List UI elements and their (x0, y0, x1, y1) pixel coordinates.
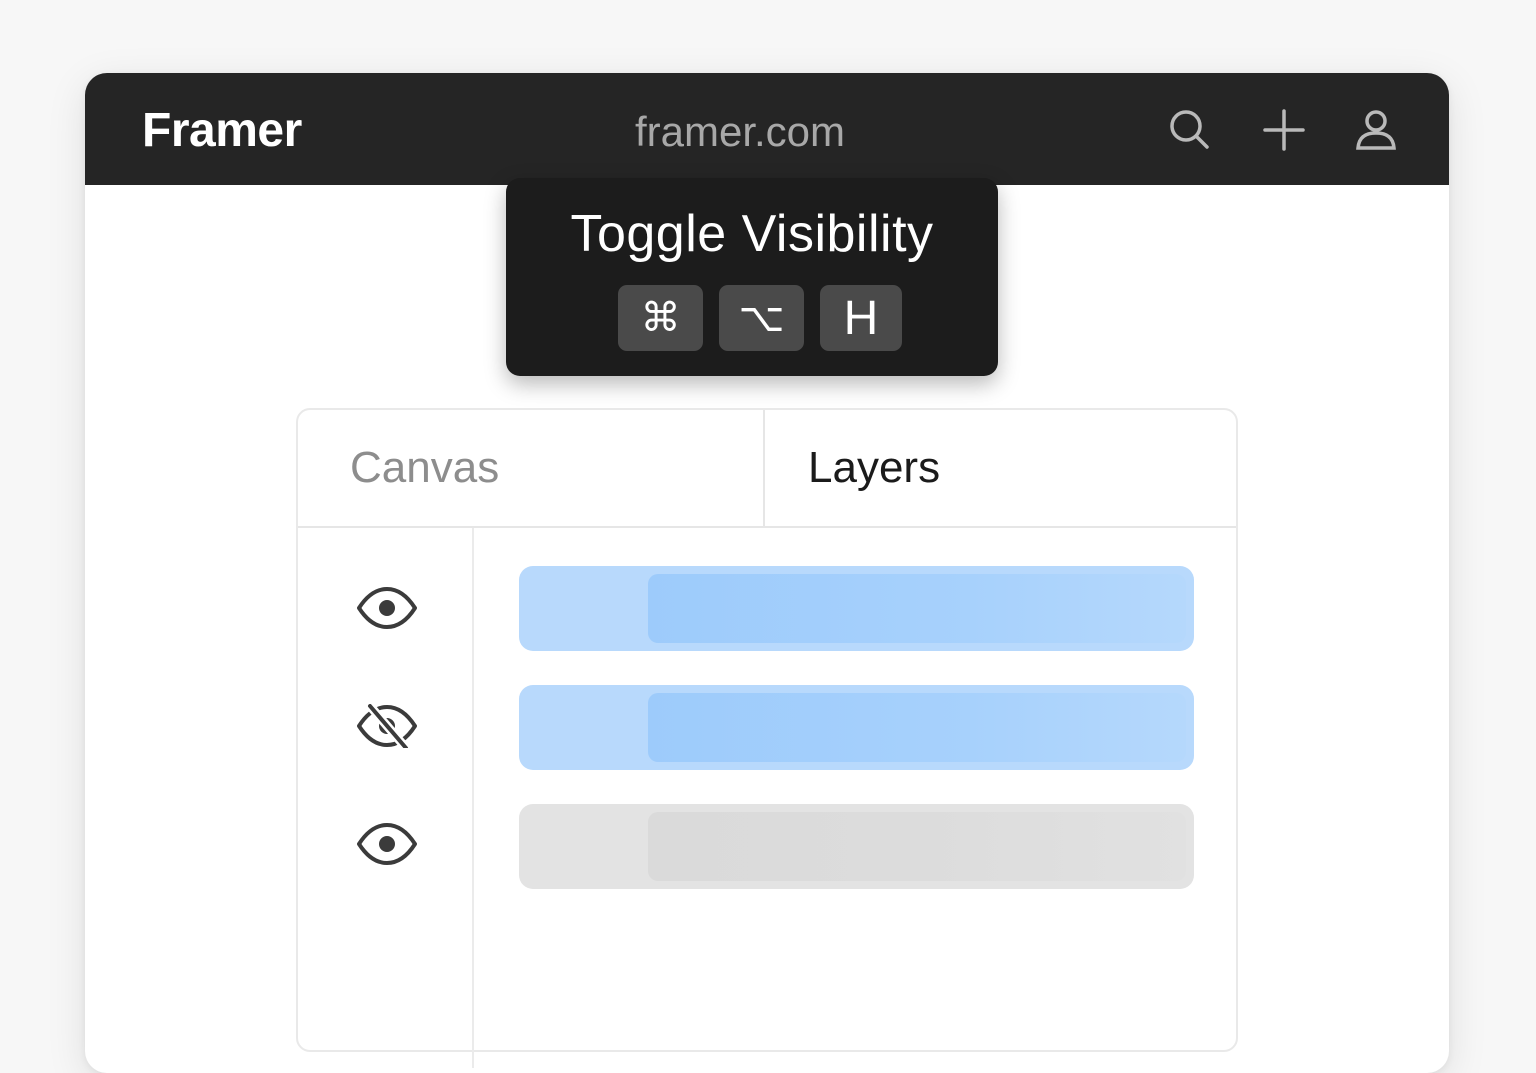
layer-row-1[interactable] (519, 566, 1194, 651)
shortcut-keys: ⌘ ⌥ H (618, 285, 902, 351)
user-icon[interactable] (1353, 107, 1399, 153)
option-key: ⌥ (719, 285, 804, 351)
command-key: ⌘ (618, 285, 703, 351)
layer-row-1-content (648, 574, 1186, 643)
tab-layers[interactable]: Layers (808, 410, 940, 526)
layer-row-3-content (648, 812, 1186, 881)
header-divider (298, 526, 1236, 528)
tab-canvas[interactable]: Canvas (350, 410, 499, 526)
layers-panel: Canvas Layers (296, 408, 1238, 1068)
plus-icon[interactable] (1261, 107, 1307, 153)
eye-off-icon[interactable] (356, 704, 418, 748)
eye-icon[interactable] (356, 822, 418, 866)
tooltip-title: Toggle Visibility (570, 205, 934, 263)
search-icon[interactable] (1167, 107, 1213, 153)
tab-divider (763, 410, 765, 526)
top-bar: Framer framer.com (85, 73, 1449, 185)
toggle-visibility-tooltip: Toggle Visibility ⌘ ⌥ H (506, 178, 998, 376)
h-key: H (820, 285, 902, 351)
layer-row-2-content (648, 693, 1186, 762)
eye-icon[interactable] (356, 586, 418, 630)
column-divider (472, 528, 474, 1068)
layer-row-3[interactable] (519, 804, 1194, 889)
layer-row-2[interactable] (519, 685, 1194, 770)
